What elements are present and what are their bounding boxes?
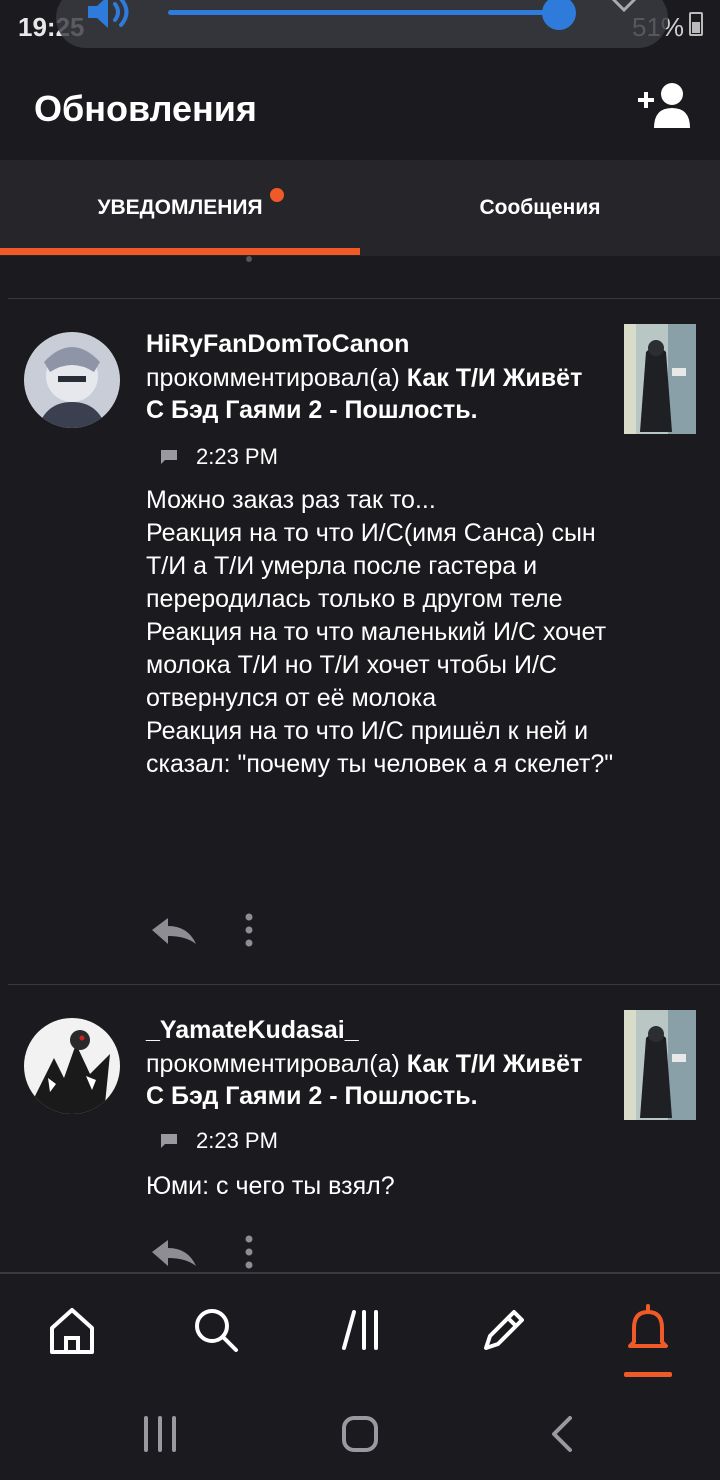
chevron-down-icon[interactable] — [608, 0, 640, 16]
system-navigation — [0, 1390, 720, 1480]
notification-item[interactable]: HiRyFanDomToCanon прокомментировал(а) Ка… — [0, 300, 720, 984]
notification-meta: 2:23 PM — [160, 442, 278, 472]
volume-panel[interactable] — [56, 0, 668, 48]
action-verb: прокомментировал(а) — [146, 364, 400, 392]
active-tab-indicator — [0, 248, 360, 255]
comment-text[interactable]: Можно заказ раз так то... Реакция на то … — [146, 484, 616, 781]
notification-username[interactable]: HiRyFanDomToCanon — [146, 330, 409, 359]
reply-icon[interactable] — [150, 916, 198, 946]
volume-icon[interactable] — [86, 0, 132, 30]
notification-action[interactable]: прокомментировал(а) Как Т/И Живёт С Бэд … — [146, 1048, 606, 1112]
notification-time: 2:23 PM — [196, 444, 278, 469]
unread-dot — [270, 188, 284, 202]
comment-icon — [161, 450, 177, 464]
status-bar: 19:25 51% — [0, 0, 720, 52]
home-button-icon[interactable] — [336, 1412, 384, 1456]
reply-icon[interactable] — [150, 1238, 198, 1268]
avatar[interactable] — [24, 1018, 120, 1114]
tab-messages[interactable]: Сообщения — [360, 160, 720, 256]
comment-text[interactable]: Юми: с чего ты взял? — [146, 1170, 616, 1203]
avatar[interactable] — [24, 332, 120, 428]
library-icon[interactable] — [334, 1302, 390, 1358]
app-header: Обновления — [0, 52, 720, 160]
action-verb: прокомментировал(а) — [146, 1050, 400, 1078]
bottom-navigation — [0, 1272, 720, 1390]
post-thumbnail[interactable] — [624, 324, 696, 434]
more-options-icon[interactable] — [240, 1234, 258, 1270]
comment-icon — [161, 1134, 177, 1148]
volume-slider-track[interactable] — [168, 10, 560, 15]
tab-notifications[interactable]: УВЕДОМЛЕНИЯ — [0, 160, 360, 256]
bell-icon[interactable] — [620, 1302, 676, 1358]
battery-icon — [689, 12, 703, 36]
tab-notifications-label: УВЕДОМЛЕНИЯ — [97, 196, 263, 219]
volume-slider-thumb[interactable] — [542, 0, 576, 30]
scroll-indicator — [246, 256, 252, 262]
notification-time: 2:23 PM — [196, 1128, 278, 1153]
page-title: Обновления — [34, 88, 257, 129]
divider — [8, 298, 720, 299]
notification-username[interactable]: _YamateKudasai_ — [146, 1016, 359, 1045]
search-icon[interactable] — [188, 1302, 244, 1358]
notification-meta: 2:23 PM — [160, 1126, 278, 1156]
more-options-icon[interactable] — [240, 912, 258, 948]
home-icon[interactable] — [44, 1302, 100, 1358]
pencil-icon[interactable] — [476, 1302, 532, 1358]
divider — [8, 984, 720, 985]
post-thumbnail[interactable] — [624, 1010, 696, 1120]
notification-item[interactable]: _YamateKudasai_ прокомментировал(а) Как … — [0, 986, 720, 1272]
person-add-icon[interactable] — [636, 82, 694, 130]
recent-apps-icon[interactable] — [136, 1412, 184, 1456]
back-icon[interactable] — [540, 1412, 588, 1456]
active-nav-indicator — [624, 1372, 672, 1377]
tab-messages-label: Сообщения — [479, 196, 601, 219]
notification-action[interactable]: прокомментировал(а) Как Т/И Живёт С Бэд … — [146, 362, 606, 426]
tab-bar: УВЕДОМЛЕНИЯ Сообщения — [0, 160, 720, 256]
